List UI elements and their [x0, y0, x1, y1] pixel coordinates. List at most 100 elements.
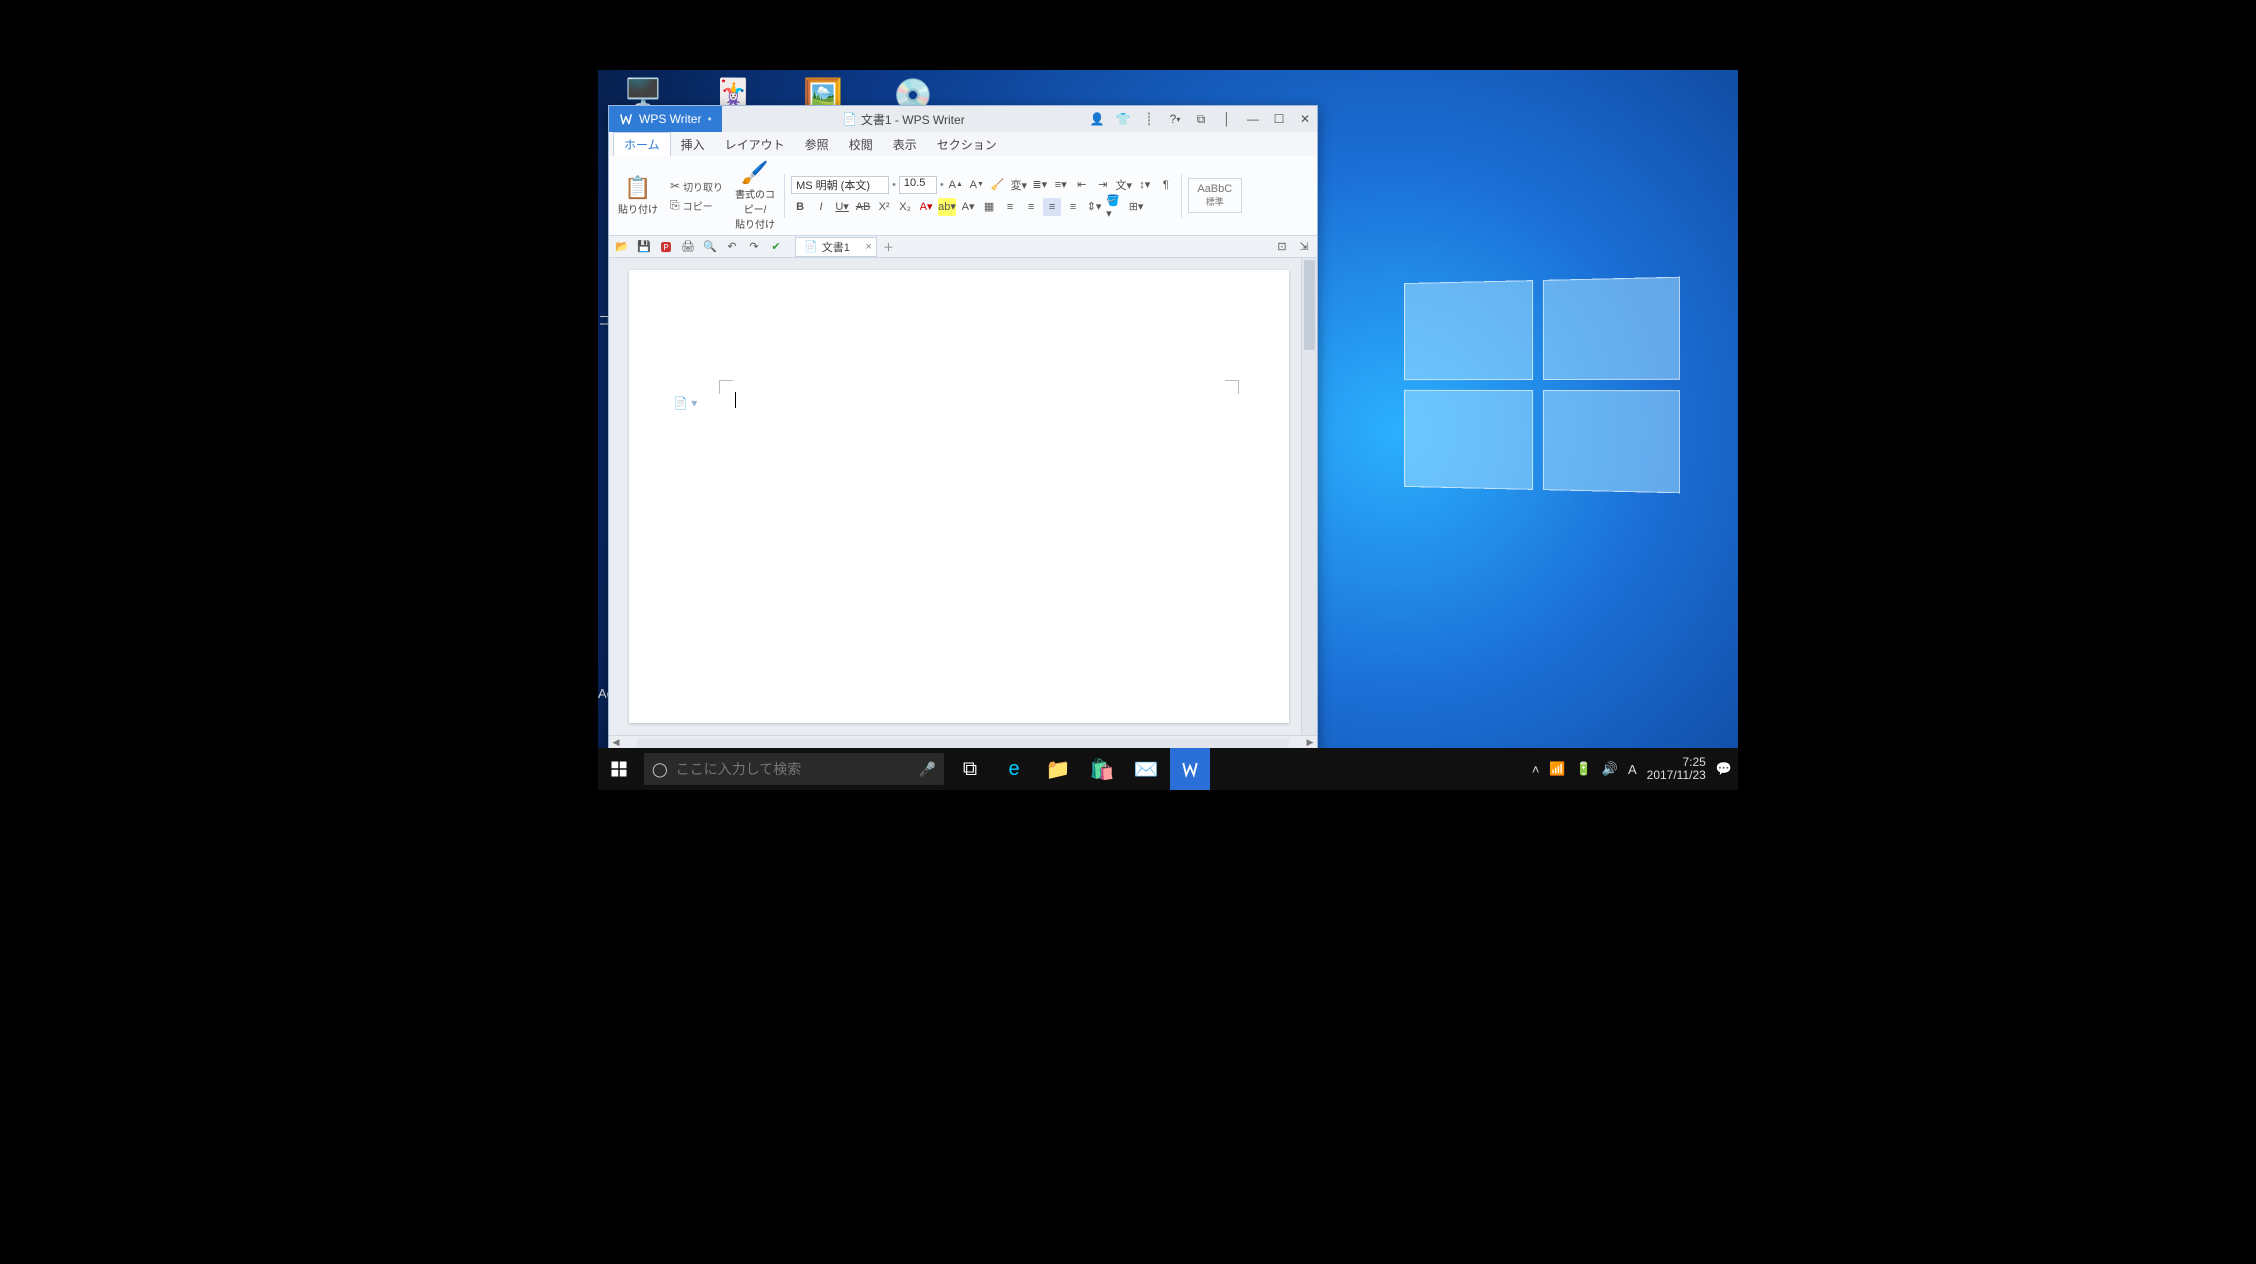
- undo-button[interactable]: ↶: [723, 238, 741, 256]
- paste-button[interactable]: 📋 貼り付け: [615, 175, 661, 216]
- taskbar-search[interactable]: ◯ 🎤: [644, 753, 944, 785]
- taskbar-wps-writer[interactable]: [1170, 748, 1210, 790]
- tray-volume-icon[interactable]: 🔊: [1602, 761, 1618, 777]
- align-center-button[interactable]: ≡: [1022, 198, 1040, 216]
- format-painter-button[interactable]: 🖌️ 書式のコピー/ 貼り付け: [732, 160, 778, 231]
- quickbar-right-1[interactable]: ⊡: [1273, 238, 1291, 256]
- tab-home[interactable]: ホーム: [613, 132, 671, 156]
- font-color-button[interactable]: A▾: [917, 198, 935, 216]
- sort-button[interactable]: ↕▾: [1136, 176, 1154, 194]
- tab-layout[interactable]: レイアウト: [715, 133, 795, 156]
- char-shading-button[interactable]: A▾: [959, 198, 977, 216]
- hscroll-right-button[interactable]: ▶: [1303, 737, 1317, 748]
- mic-icon[interactable]: 🎤: [919, 761, 936, 778]
- underline-button[interactable]: U▾: [833, 198, 851, 216]
- tray-chevron-up-icon[interactable]: ˄: [1532, 762, 1540, 777]
- numbering-button[interactable]: ≡▾: [1052, 176, 1070, 194]
- save-button[interactable]: 💾: [635, 238, 653, 256]
- char-border-button[interactable]: ▦: [980, 198, 998, 216]
- show-marks-button[interactable]: ¶: [1157, 176, 1175, 194]
- titlebar-skin-icon[interactable]: 👕: [1111, 107, 1135, 131]
- margin-marker-top-left: [719, 380, 733, 394]
- app-tab[interactable]: WPS Writer •: [609, 106, 722, 132]
- cut-button[interactable]: ✂切り取り: [667, 178, 726, 195]
- redo-button[interactable]: ↷: [745, 238, 763, 256]
- align-right-button[interactable]: ≡: [1043, 198, 1061, 216]
- tray-clock[interactable]: 7:25 2017/11/23: [1647, 756, 1706, 782]
- titlebar-help-button[interactable]: ?▾: [1163, 107, 1187, 131]
- style-preview: AaBbC: [1195, 183, 1235, 195]
- tab-section[interactable]: セクション: [927, 133, 1007, 156]
- style-gallery[interactable]: AaBbC 標準: [1188, 178, 1242, 213]
- app-name: WPS Writer: [639, 112, 701, 126]
- print-preview-button[interactable]: 🔍: [701, 238, 719, 256]
- taskbar-edge[interactable]: e: [994, 748, 1034, 790]
- close-button[interactable]: ✕: [1293, 107, 1317, 131]
- clear-format-button[interactable]: 🧹: [989, 176, 1007, 194]
- titlebar[interactable]: WPS Writer • 📄 文書1 - WPS Writer 👤 👕 ┊ ?▾…: [609, 106, 1317, 132]
- align-left-button[interactable]: ≡: [1001, 198, 1019, 216]
- windows-start-icon: [610, 760, 628, 778]
- minimize-button[interactable]: —: [1241, 107, 1265, 131]
- increase-indent-button[interactable]: ⇥: [1094, 176, 1112, 194]
- paragraph-options-icon[interactable]: 📄 ▾: [673, 396, 697, 410]
- font-row-2: B I U▾ AB X² X₂ A▾ ab▾ A▾ ▦ ≡ ≡ ≡ ≡: [791, 198, 1175, 216]
- quickbar-right-2[interactable]: ⇲: [1295, 238, 1313, 256]
- tab-review[interactable]: 校閲: [839, 133, 883, 156]
- brush-icon: 🖌️: [741, 160, 768, 186]
- superscript-button[interactable]: X²: [875, 198, 893, 216]
- document-tab[interactable]: 📄 文書1 ×: [795, 237, 877, 257]
- search-input[interactable]: [676, 761, 911, 777]
- line-spacing-button[interactable]: ⇕▾: [1085, 198, 1103, 216]
- vertical-scroll-thumb[interactable]: [1304, 260, 1315, 350]
- tray-action-center-icon[interactable]: 💬: [1716, 761, 1732, 777]
- copy-button[interactable]: ⎘コピー: [667, 197, 726, 214]
- taskbar: ◯ 🎤 ⧉ e 📁 🛍️ ✉️ ˄ 📶 🔋 🔊 A: [598, 748, 1738, 790]
- strikethrough-button[interactable]: AB: [854, 198, 872, 216]
- font-size-select[interactable]: 10.5: [899, 176, 937, 194]
- hscroll-track[interactable]: [637, 738, 1289, 748]
- font-name-select[interactable]: MS 明朝 (本文): [791, 176, 889, 194]
- tray-ime-icon[interactable]: A: [1628, 762, 1637, 777]
- vertical-scrollbar[interactable]: [1301, 258, 1317, 735]
- export-pdf-button[interactable]: 🅿: [657, 238, 675, 256]
- new-tab-button[interactable]: ＋: [883, 239, 894, 255]
- taskbar-explorer[interactable]: 📁: [1038, 748, 1078, 790]
- close-tab-button[interactable]: ×: [865, 241, 871, 253]
- scissors-icon: ✂: [670, 179, 680, 193]
- italic-button[interactable]: I: [812, 198, 830, 216]
- tab-view[interactable]: 表示: [883, 133, 927, 156]
- shading-button[interactable]: 🪣▾: [1106, 198, 1124, 216]
- bold-button[interactable]: B: [791, 198, 809, 216]
- hscroll-left-button[interactable]: ◀: [609, 737, 623, 748]
- titlebar-restore-overlap-button[interactable]: ⧉: [1189, 107, 1213, 131]
- tray-battery-icon[interactable]: 🔋: [1576, 761, 1592, 777]
- document-page[interactable]: 📄 ▾: [629, 270, 1289, 723]
- margin-marker-top-right: [1225, 380, 1239, 394]
- clipboard-icon: 📋: [624, 175, 651, 201]
- grow-font-button[interactable]: A▲: [947, 176, 965, 194]
- print-button[interactable]: 🖨: [679, 238, 697, 256]
- taskbar-store[interactable]: 🛍️: [1082, 748, 1122, 790]
- align-justify-button[interactable]: ≡: [1064, 198, 1082, 216]
- maximize-button[interactable]: ☐: [1267, 107, 1291, 131]
- bullets-button[interactable]: ≣▾: [1031, 176, 1049, 194]
- quick-check-button[interactable]: ✔: [767, 238, 785, 256]
- tray-network-icon[interactable]: 📶: [1549, 761, 1565, 777]
- highlight-button[interactable]: ab▾: [938, 198, 956, 216]
- decrease-indent-button[interactable]: ⇤: [1073, 176, 1091, 194]
- task-view-button[interactable]: ⧉: [950, 748, 990, 790]
- open-button[interactable]: 📂: [613, 238, 631, 256]
- horizontal-scrollbar[interactable]: ◀ ▶: [609, 735, 1317, 749]
- tab-references[interactable]: 参照: [795, 133, 839, 156]
- tab-insert[interactable]: 挿入: [671, 133, 715, 156]
- desktop[interactable]: 🖥️ 🃏 🖼️ 💿 コ Acr WPS Writer • 📄 文書1 - WPS…: [598, 70, 1738, 790]
- subscript-button[interactable]: X₂: [896, 198, 914, 216]
- text-direction-button[interactable]: 文▾: [1115, 176, 1133, 194]
- shrink-font-button[interactable]: A▼: [968, 176, 986, 194]
- titlebar-user-icon[interactable]: 👤: [1085, 107, 1109, 131]
- taskbar-mail[interactable]: ✉️: [1126, 748, 1166, 790]
- borders-button[interactable]: ⊞▾: [1127, 198, 1145, 216]
- phonetic-guide-button[interactable]: 変▾: [1010, 176, 1028, 194]
- start-button[interactable]: [598, 760, 640, 778]
